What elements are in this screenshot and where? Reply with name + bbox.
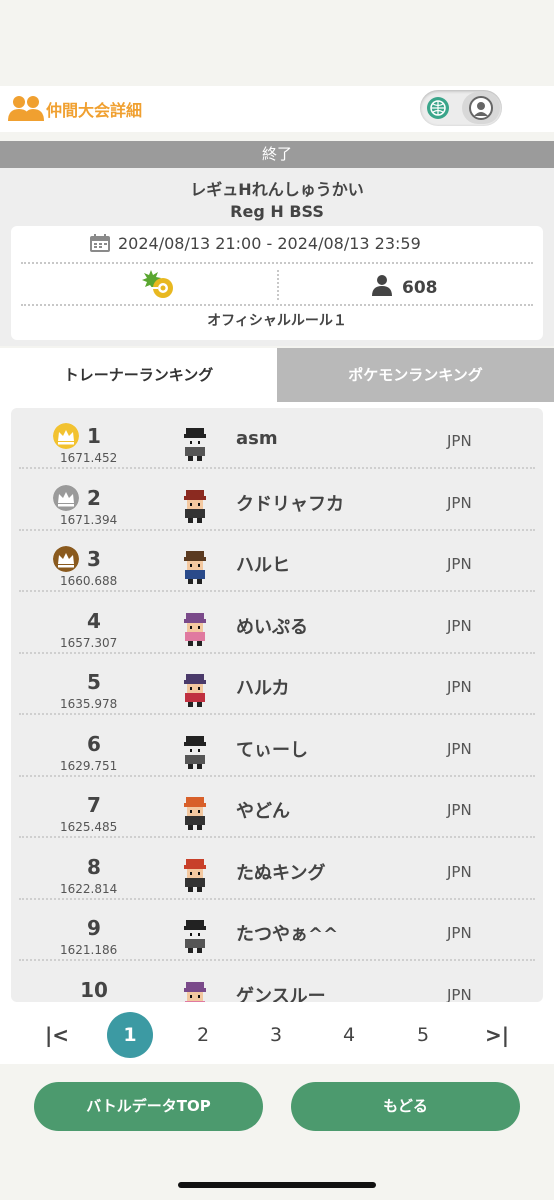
rating-value: 1671.452 (60, 451, 118, 465)
globe-icon[interactable] (426, 96, 450, 120)
rating-value: 1625.485 (60, 820, 118, 834)
ranking-row[interactable]: 7 1625.485 やどん JPN (11, 777, 543, 838)
rating-value: 1635.978 (60, 697, 118, 711)
rank-number: 4 (87, 608, 101, 633)
trainer-avatar (184, 551, 206, 584)
app-header: 仲間大会詳細 (0, 86, 554, 132)
trainer-country: JPN (447, 739, 472, 758)
ranking-tabs: トレーナーランキング ポケモンランキング (0, 348, 554, 402)
tournament-name: レギュHれんしゅうかい (190, 180, 364, 199)
trainer-name: てぃーし (236, 739, 308, 761)
page-1-button[interactable]: 1 (107, 1012, 153, 1058)
ranking-row[interactable]: 10 ゲンスルー JPN (11, 962, 543, 1003)
page-2-button[interactable]: 2 (180, 1018, 226, 1052)
trainer-name: たつやぁ^^ (236, 924, 339, 945)
trainer-name: ハルヒ (236, 555, 290, 576)
rule-name: オフィシャルルール１ (207, 313, 347, 329)
trainer-avatar (184, 489, 206, 523)
profile-icon[interactable] (469, 96, 493, 120)
ranking-panel: 1 1671.452 asm JPN 2 1671.394 クドリャフカ JPN 3 1660.6… (0, 402, 554, 1006)
ranking-row[interactable]: 9 1621.186 たつやぁ^^ JPN (11, 900, 543, 961)
status-badge: 終了 (0, 141, 554, 168)
divider (277, 270, 279, 300)
person-icon (372, 275, 392, 296)
people-icon (8, 96, 44, 121)
tournament-info: レギュHれんしゅうかい Reg H BSS 2024/08/13 21:00 -… (0, 168, 554, 346)
trainer-avatar (184, 920, 206, 953)
tournament-regulation: Reg H BSS (230, 202, 324, 221)
ranking-row[interactable]: 1 1671.452 asm JPN (11, 408, 543, 469)
trainer-name: asm (236, 428, 278, 449)
ranking-list[interactable]: 1 1671.452 asm JPN 2 1671.394 クドリャフカ JPN 3 1660.6… (11, 408, 543, 1002)
crown-icon (53, 546, 79, 572)
back-button[interactable]: もどる (291, 1082, 520, 1131)
trainer-country: JPN (447, 985, 472, 1003)
divider (21, 304, 533, 306)
trainer-avatar (184, 981, 206, 1002)
trainer-country: JPN (447, 678, 472, 696)
battle-data-top-button[interactable]: バトルデータTOP (34, 1082, 263, 1131)
trainer-avatar (184, 735, 206, 769)
trainer-country: JPN (447, 432, 472, 450)
tournament-datetime: 2024/08/13 21:00 - 2024/08/13 23:59 (118, 234, 421, 253)
page-title: 仲間大会詳細 (46, 101, 143, 120)
rank-number: 8 (87, 854, 101, 879)
trainer-avatar (184, 428, 206, 461)
trainer-country: JPN (447, 493, 472, 512)
rank-number: 10 (80, 977, 108, 1002)
trainer-avatar (184, 674, 206, 707)
rank-number: 2 (87, 485, 101, 510)
rating-value: 1629.751 (60, 758, 118, 773)
trainer-name: ゲンスルー (236, 985, 326, 1003)
rank-number: 7 (87, 793, 101, 817)
ranking-row[interactable]: 3 1660.688 ハルヒ JPN (11, 531, 543, 592)
ranking-row[interactable]: 2 1671.394 クドリャフカ JPN (11, 470, 543, 531)
view-toggle[interactable] (420, 90, 502, 126)
crown-icon (53, 484, 79, 511)
trainer-country: JPN (447, 924, 472, 942)
trainer-avatar (184, 612, 206, 646)
tab-trainer-ranking[interactable]: トレーナーランキング (0, 348, 277, 402)
rank-number: 5 (87, 670, 101, 694)
player-count: 608 (402, 278, 438, 298)
rank-number: 6 (87, 731, 101, 756)
pagination: |< 1 2 3 4 5 >| (0, 1006, 554, 1064)
rating-value: 1622.814 (60, 881, 118, 896)
trainer-name: ハルカ (236, 678, 290, 699)
trainer-country: JPN (447, 555, 472, 573)
trainer-country: JPN (447, 862, 472, 881)
rating-value: 1657.307 (60, 635, 118, 650)
trainer-avatar (184, 797, 206, 830)
trainer-name: めいぷる (236, 616, 308, 638)
home-indicator (178, 1182, 376, 1188)
rank-number: 3 (87, 547, 101, 571)
ranking-row[interactable]: 6 1629.751 てぃーし JPN (11, 716, 543, 777)
rank-number: 1 (87, 424, 101, 448)
rating-value: 1621.186 (60, 943, 118, 957)
first-page-button[interactable]: |< (34, 1018, 80, 1052)
page-4-button[interactable]: 4 (326, 1018, 372, 1052)
last-page-button[interactable]: >| (474, 1018, 520, 1052)
ranking-row[interactable]: 4 1657.307 めいぷる JPN (11, 593, 543, 654)
rank-number: 9 (87, 916, 101, 940)
crown-icon (53, 423, 79, 449)
trainer-country: JPN (447, 801, 472, 819)
calendar-icon (90, 234, 110, 252)
divider (21, 262, 533, 264)
ranking-row[interactable]: 8 1622.814 たぬキング JPN (11, 839, 543, 900)
trainer-country: JPN (447, 616, 472, 635)
tab-pokemon-ranking[interactable]: ポケモンランキング (277, 348, 554, 402)
page-3-button[interactable]: 3 (253, 1018, 299, 1052)
rating-value: 1671.394 (60, 512, 118, 527)
page-5-button[interactable]: 5 (400, 1018, 446, 1052)
rating-value: 1660.688 (60, 574, 118, 588)
trainer-name: クドリャフカ (236, 493, 344, 515)
trainer-name: たぬキング (236, 862, 326, 884)
trainer-name: やどん (236, 801, 290, 822)
series-icon (142, 270, 173, 298)
tournament-card: 2024/08/13 21:00 - 2024/08/13 23:59 608 … (11, 226, 543, 340)
ranking-row[interactable]: 5 1635.978 ハルカ JPN (11, 654, 543, 715)
trainer-avatar (184, 858, 206, 892)
